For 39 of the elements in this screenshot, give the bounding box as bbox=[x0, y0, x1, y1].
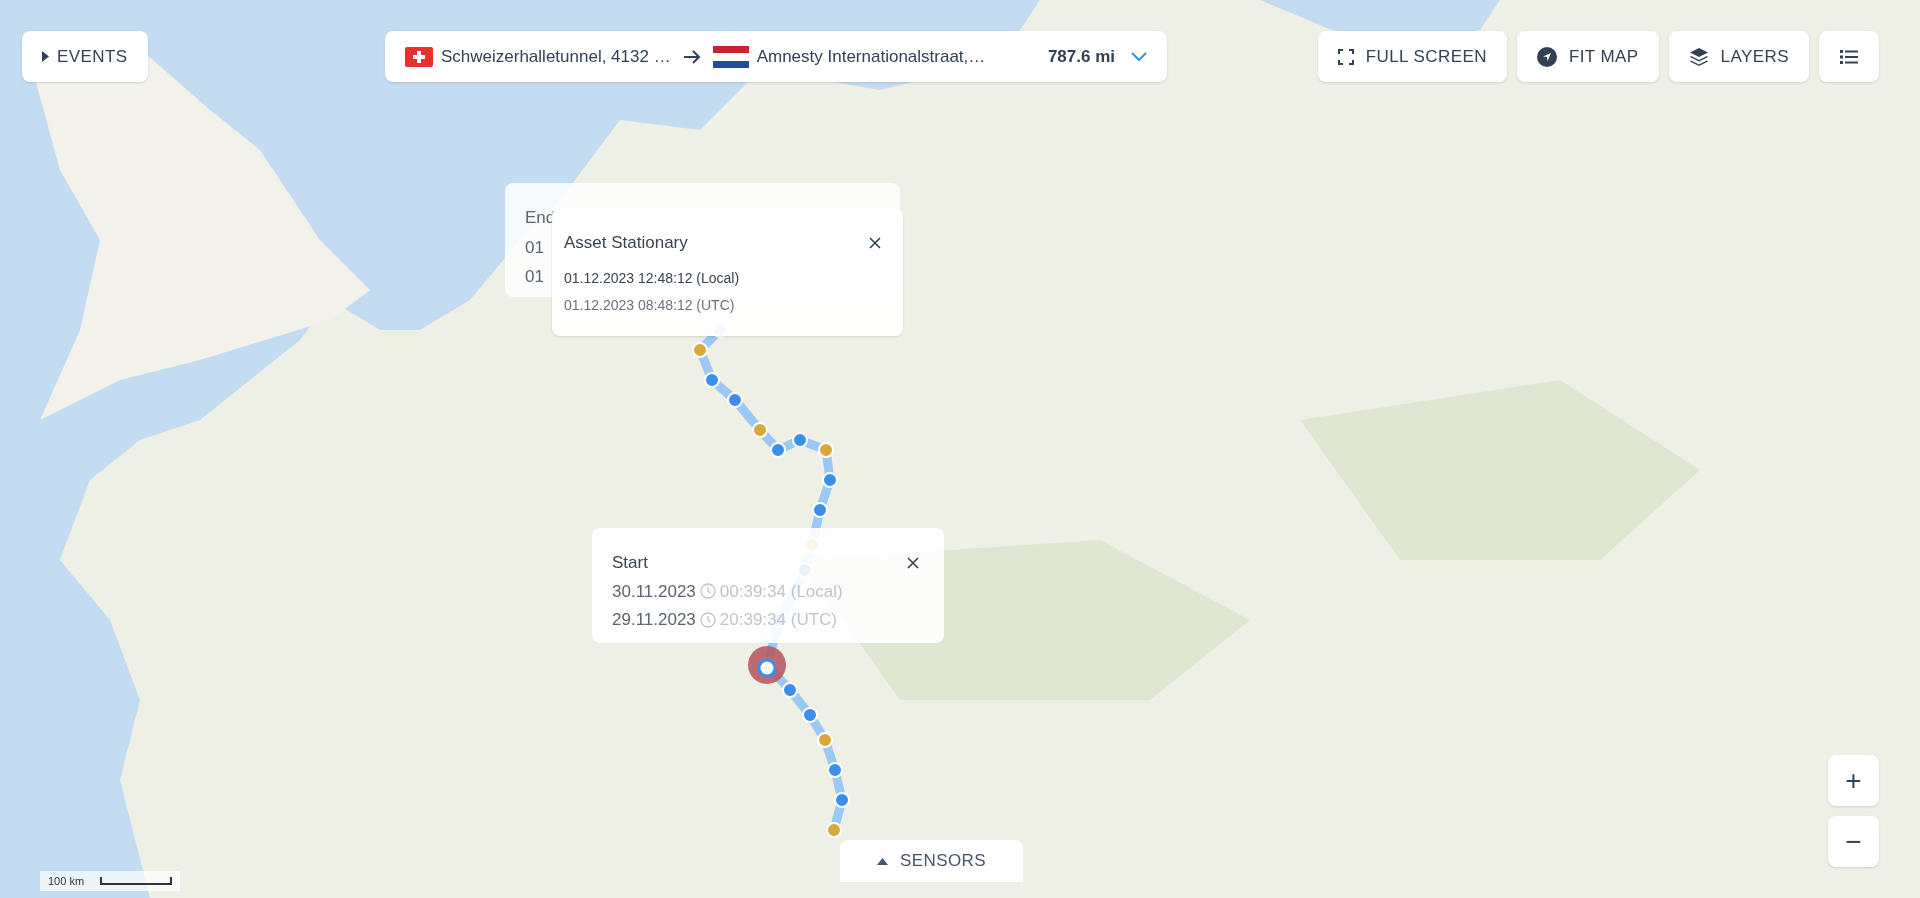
popup-date: 01 bbox=[525, 266, 544, 288]
close-icon[interactable] bbox=[907, 556, 919, 569]
popup-title: Asset Stationary bbox=[564, 232, 688, 254]
clock-icon bbox=[699, 583, 716, 600]
scale-label: 100 km bbox=[48, 873, 85, 889]
popup-date: 30.11.2023 bbox=[612, 580, 696, 603]
clock-icon bbox=[699, 611, 716, 628]
list-button[interactable] bbox=[1819, 31, 1879, 82]
chevron-down-icon bbox=[1131, 51, 1147, 62]
arrow-right-icon bbox=[682, 49, 701, 64]
scale-ruler-icon bbox=[100, 877, 173, 885]
popup-timestamp: 01.12.2023 12:48:12 (Local) bbox=[564, 268, 740, 288]
fullscreen-button[interactable]: FULL SCREEN bbox=[1317, 31, 1507, 82]
route-summary-bar[interactable]: Schweizerhalletunnel, 4132 … Amnesty Internationalstraat,… 787.6 mi bbox=[385, 31, 1167, 82]
popup-timestamp: 01.12.2023 08:48:12 (UTC) bbox=[564, 295, 735, 315]
caret-up-icon bbox=[876, 857, 888, 865]
start-pin-icon bbox=[748, 646, 786, 684]
flag-icon bbox=[405, 46, 433, 67]
popup-time: 00:39:34 (Local) bbox=[719, 580, 843, 603]
zoom-out-button[interactable]: − bbox=[1828, 816, 1879, 867]
fullscreen-icon bbox=[1337, 48, 1354, 65]
origin-address: Schweizerhalletunnel, 4132 … bbox=[441, 45, 671, 68]
popup-title: Start bbox=[612, 552, 648, 574]
layers-button[interactable]: LAYERS bbox=[1668, 31, 1809, 82]
fit-map-button[interactable]: FIT MAP bbox=[1516, 31, 1659, 82]
sensors-button[interactable]: SENSORS bbox=[840, 840, 1023, 882]
popup-time: 20:39:34 (UTC) bbox=[719, 609, 837, 631]
flag-icon bbox=[712, 45, 749, 68]
popup-date: 29.11.2023 bbox=[612, 609, 696, 631]
events-button[interactable]: EVENTS bbox=[22, 31, 148, 82]
close-icon[interactable] bbox=[869, 236, 881, 249]
route-distance: 787.6 mi bbox=[1047, 45, 1115, 68]
zoom-in-button[interactable]: + bbox=[1828, 755, 1879, 806]
popup-title: End bbox=[525, 207, 557, 229]
popup-date: 01 bbox=[525, 236, 544, 259]
list-icon bbox=[1840, 48, 1858, 65]
destination-address: Amnesty Internationalstraat,… bbox=[756, 45, 986, 68]
layers-icon bbox=[1688, 46, 1709, 67]
caret-icon bbox=[42, 51, 49, 62]
